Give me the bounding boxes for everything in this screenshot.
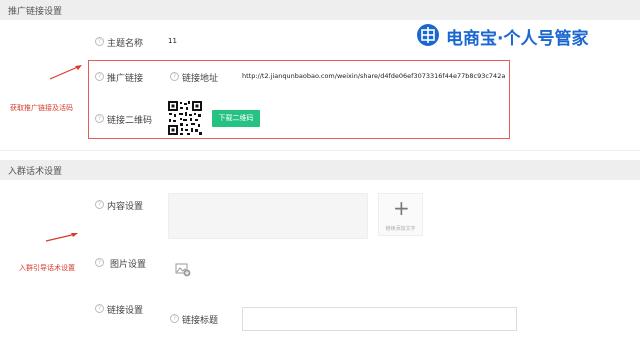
topic-name-label: 主题名称: [107, 39, 144, 49]
promo-section-header: [0, 0, 640, 20]
promo-link-url[interactable]: http://t2.jianqunbaobao.com/weixin/share…: [242, 72, 505, 80]
plus-icon: +: [393, 196, 410, 220]
add-text-button[interactable]: + 继续添加文字: [378, 193, 423, 236]
question-circle-icon[interactable]: ?: [95, 200, 104, 209]
red-arrow-icon: [49, 65, 82, 80]
topic-name-value: 11: [168, 37, 177, 45]
qr-code-image: [167, 100, 203, 136]
content-text-area[interactable]: [168, 193, 368, 239]
promo-section-title: 推广链接设置: [8, 7, 63, 17]
image-settings-label: 图片设置: [110, 260, 147, 270]
brand-logo-icon: [417, 24, 439, 46]
question-circle-icon[interactable]: ?: [170, 72, 179, 81]
group-section-title: 入群话术设置: [8, 167, 63, 177]
brand-logo-text: 电商宝·个人号管家: [446, 29, 589, 49]
content-settings-label: 内容设置: [107, 202, 144, 212]
annotation-get-link: 获取推广链接及活码: [10, 104, 73, 112]
group-section-header: [0, 160, 640, 180]
question-circle-icon[interactable]: ?: [170, 314, 179, 323]
link-address-label: 链接地址: [182, 74, 219, 84]
question-circle-icon[interactable]: ?: [95, 114, 104, 123]
link-title-input[interactable]: [242, 307, 517, 331]
red-arrow-icon: [45, 233, 78, 242]
question-circle-icon[interactable]: ?: [95, 304, 104, 313]
link-title-label: 链接标题: [182, 316, 219, 326]
link-settings-label: 链接设置: [107, 306, 144, 316]
download-qr-button[interactable]: 下载二维码: [212, 110, 260, 127]
promo-link-label: 推广链接: [107, 74, 144, 84]
question-circle-icon[interactable]: ?: [95, 37, 104, 46]
add-image-icon[interactable]: [175, 263, 191, 277]
annotation-group-script: 入群引导话术设置: [19, 264, 75, 272]
qr-code-label: 链接二维码: [107, 116, 153, 126]
add-text-label: 继续添加文字: [385, 226, 416, 232]
section-divider: [0, 150, 640, 151]
question-circle-icon[interactable]: ?: [95, 72, 104, 81]
question-circle-icon[interactable]: ?: [95, 258, 104, 267]
